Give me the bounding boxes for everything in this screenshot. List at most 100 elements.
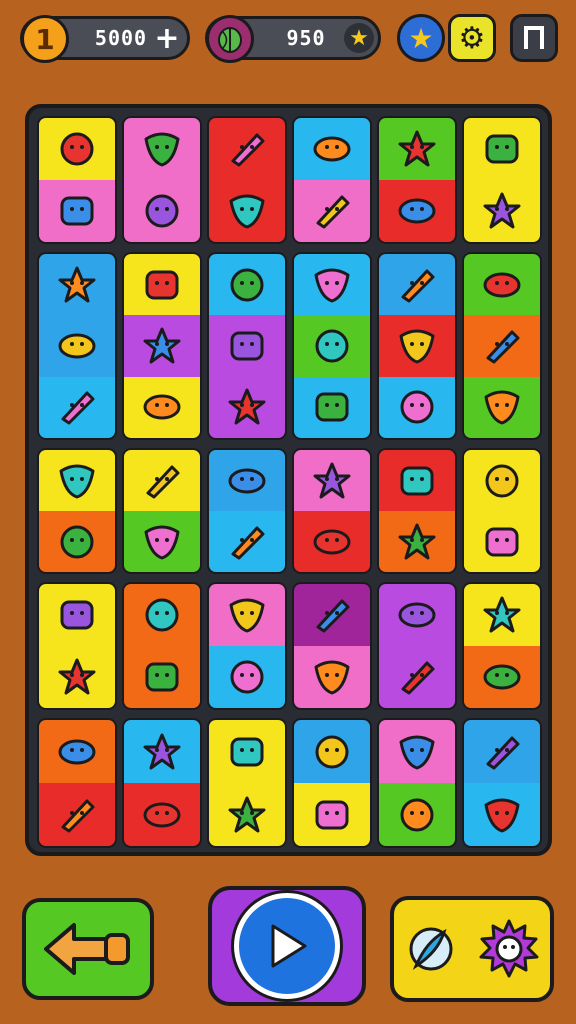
bird-icon — [145, 598, 179, 632]
tile-segment — [209, 118, 285, 180]
tile[interactable] — [37, 116, 117, 244]
tile[interactable] — [37, 252, 117, 440]
tile-segment — [464, 315, 540, 377]
tile-segment — [124, 584, 200, 646]
hints-button[interactable] — [390, 896, 554, 1002]
menu-button[interactable] — [510, 14, 558, 62]
tile[interactable] — [37, 718, 117, 848]
tile[interactable] — [462, 116, 542, 244]
arrow-left-icon — [44, 923, 130, 975]
capsule-icon — [228, 388, 266, 425]
tile-segment — [39, 511, 115, 572]
tile-segment — [124, 315, 200, 377]
tile[interactable] — [122, 582, 202, 710]
bottom-bar — [0, 880, 576, 1024]
gem-amount: 950 — [286, 26, 326, 50]
tile[interactable] — [377, 718, 457, 848]
tile[interactable] — [292, 718, 372, 848]
settings-button[interactable]: ⚙ — [448, 14, 496, 62]
tile[interactable] — [292, 252, 372, 440]
tile[interactable] — [207, 252, 287, 440]
tile[interactable] — [122, 252, 202, 440]
tile-segment — [294, 254, 370, 316]
monster-icon — [401, 269, 435, 303]
radio-icon — [313, 462, 351, 498]
tile[interactable] — [207, 582, 287, 710]
suitcase-icon — [230, 737, 264, 766]
tile[interactable] — [37, 448, 117, 574]
tile-segment — [379, 376, 455, 438]
tile-segment — [294, 376, 370, 438]
tile[interactable] — [377, 448, 457, 574]
tile-segment — [209, 254, 285, 316]
back-button[interactable] — [22, 898, 154, 1000]
donut-icon — [398, 523, 436, 559]
tile-segment — [379, 118, 455, 180]
tile[interactable] — [207, 116, 287, 244]
tile-segment — [294, 783, 370, 846]
suitcase-icon — [483, 596, 521, 633]
tile[interactable] — [292, 448, 372, 574]
tile-segment — [464, 254, 540, 316]
tile-segment — [379, 180, 455, 242]
bird-icon — [485, 527, 519, 556]
tile[interactable] — [377, 252, 457, 440]
tile-grid — [37, 116, 544, 848]
tile[interactable] — [207, 448, 287, 574]
tile-segment — [379, 584, 455, 646]
leaf-icon — [60, 196, 94, 226]
tile[interactable] — [462, 448, 542, 574]
tile[interactable] — [377, 116, 457, 244]
trident-icon — [400, 390, 434, 424]
domino-icon — [231, 526, 265, 559]
flashlight-icon — [60, 132, 94, 166]
star-button[interactable]: ★ — [344, 23, 374, 53]
tile[interactable] — [462, 718, 542, 848]
tile-segment — [464, 180, 540, 242]
flower-icon — [143, 394, 181, 420]
coin-symbol: 1 — [35, 22, 55, 56]
tile-segment — [464, 783, 540, 846]
play-button[interactable] — [208, 886, 366, 1006]
tile-segment — [39, 646, 115, 708]
tile[interactable] — [377, 582, 457, 710]
star-icon: ★ — [408, 21, 434, 55]
tile-segment — [124, 376, 200, 438]
tile-segment — [39, 584, 115, 646]
ring-icon — [143, 327, 181, 364]
snake-icon — [398, 198, 436, 224]
tile[interactable] — [122, 718, 202, 848]
tile[interactable] — [122, 448, 202, 574]
tile[interactable] — [462, 582, 542, 710]
tile[interactable] — [462, 252, 542, 440]
tile[interactable] — [37, 582, 117, 710]
tile-segment — [209, 511, 285, 572]
tile-segment — [209, 315, 285, 377]
palm-icon — [483, 192, 521, 229]
virus-icon — [483, 664, 521, 690]
sunburst-icon — [479, 919, 539, 978]
tile[interactable] — [292, 116, 372, 244]
star-x-icon — [228, 796, 266, 832]
tile-segment — [39, 254, 115, 316]
tile[interactable] — [207, 718, 287, 848]
palm-icon — [143, 802, 181, 827]
tile-segment — [124, 511, 200, 572]
tile-segment — [39, 180, 115, 242]
tile[interactable] — [122, 116, 202, 244]
virus-icon — [58, 333, 96, 359]
tile-segment — [294, 450, 370, 511]
add-coins-button[interactable]: + — [149, 21, 185, 56]
achievements-button[interactable]: ★ — [397, 14, 445, 62]
bird-icon — [486, 736, 520, 769]
bubble-icon — [143, 733, 181, 769]
kite-icon — [400, 798, 434, 831]
windmill-icon — [145, 194, 179, 228]
play-icon — [234, 893, 340, 999]
ball-icon — [486, 330, 520, 364]
leaf-blob-icon — [483, 272, 521, 298]
drink-icon — [229, 194, 265, 229]
tile-segment — [124, 450, 200, 511]
tile[interactable] — [292, 582, 372, 710]
suitcase-icon — [400, 466, 434, 495]
